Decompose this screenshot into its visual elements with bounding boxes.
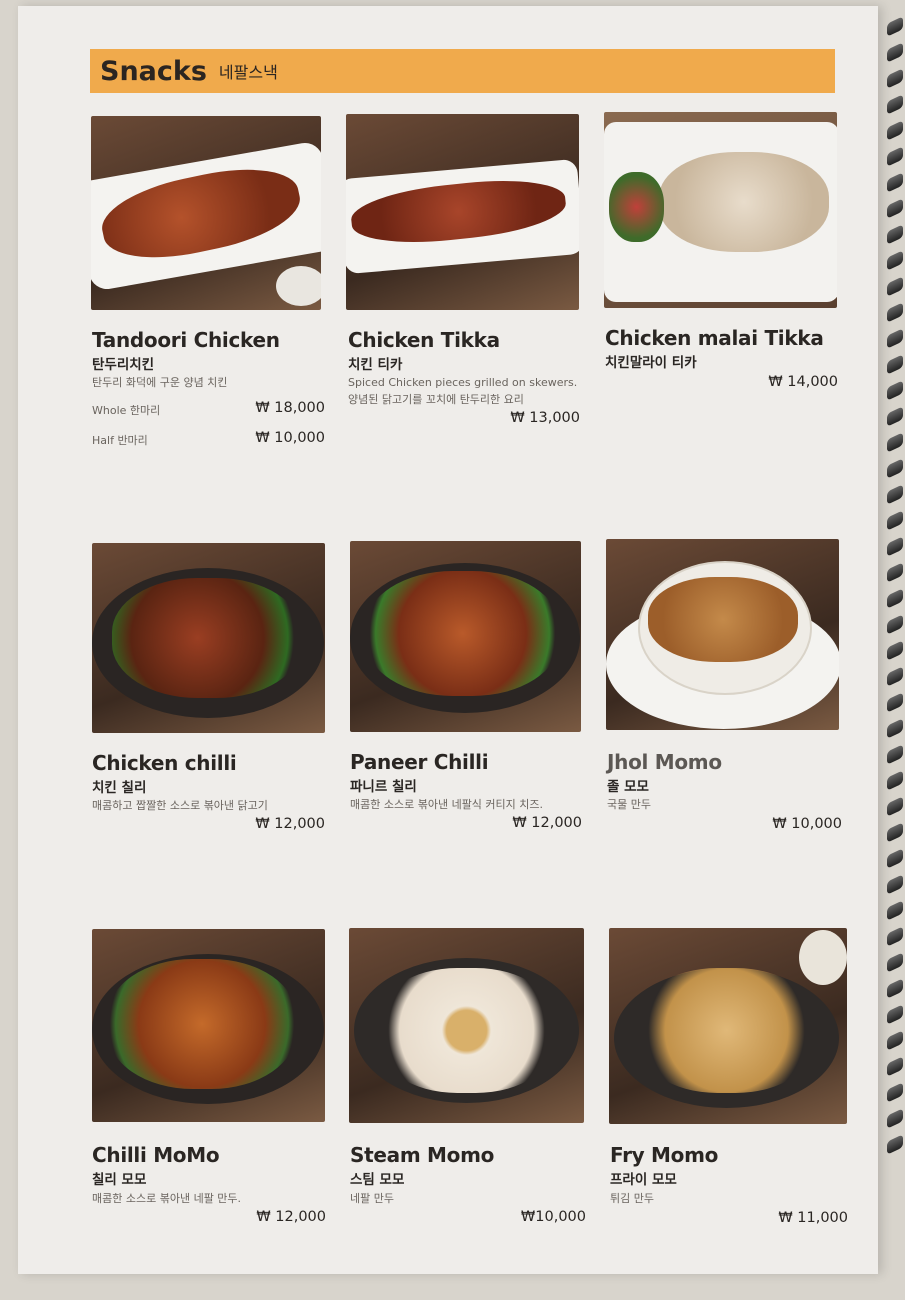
section-title: Snacks (100, 55, 207, 87)
item-name: Chilli MoMo (92, 1143, 220, 1167)
item-price: ₩ 12,000 (256, 1209, 326, 1225)
item-name: Steam Momo (350, 1143, 495, 1167)
item-price: ₩ 14,000 (768, 374, 838, 390)
paneer-chilli-photo (350, 541, 581, 732)
item-description: 탄두리 화덕에 구운 양념 치킨 (92, 376, 228, 389)
jhol-momo-photo (606, 539, 839, 730)
section-subtitle: 네팔스낵 (218, 63, 278, 82)
chilli-momo-photo (92, 929, 325, 1122)
item-name: Tandoori Chicken (92, 328, 280, 352)
item-name: Paneer Chilli (350, 750, 489, 774)
item-price: ₩ 12,000 (255, 816, 325, 832)
tandoori-chicken-photo (91, 116, 321, 310)
spiral-binding (887, 0, 905, 1300)
item-name: Chicken Tikka (348, 328, 500, 352)
item-name-ko: 치킨 칠리 (92, 780, 147, 796)
variant-price-whole: ₩ 18,000 (255, 400, 325, 416)
steam-momo-photo (349, 928, 584, 1123)
variant-label-half: Half 반마리 (92, 434, 148, 447)
item-description: 매콤하고 짭짤한 소스로 볶아낸 닭고기 (92, 799, 268, 812)
item-name-ko: 졸 모모 (607, 779, 649, 795)
item-name: Chicken malai Tikka (605, 326, 824, 350)
item-description: 매콤한 소스로 볶아낸 네팔식 커티지 치즈. (350, 798, 544, 811)
item-name-ko: 파니르 칠리 (350, 779, 417, 795)
item-name: Jhol Momo (607, 750, 722, 774)
item-name-ko: 탄두리치킨 (92, 357, 155, 373)
item-description: 국물 만두 (607, 798, 651, 811)
item-description-en: Spiced Chicken pieces grilled on skewers… (348, 376, 578, 389)
item-price: ₩ 10,000 (772, 816, 842, 832)
item-name-ko: 치킨말라이 티카 (605, 355, 697, 371)
variant-label-whole: Whole 한마리 (92, 404, 161, 417)
item-price: ₩ 12,000 (512, 815, 582, 831)
variant-price-half: ₩ 10,000 (255, 430, 325, 446)
item-price: ₩10,000 (520, 1209, 586, 1225)
item-name-ko: 스팀 모모 (350, 1172, 405, 1188)
chicken-tikka-photo (346, 114, 579, 310)
item-price: ₩ 13,000 (510, 410, 580, 426)
item-description: 튀김 만두 (610, 1192, 654, 1205)
item-name-ko: 칠리 모모 (92, 1172, 147, 1188)
item-price: ₩ 11,000 (778, 1210, 848, 1226)
item-name: Fry Momo (610, 1143, 719, 1167)
item-description: 매콤한 소스로 볶아낸 네팔 만두. (92, 1192, 242, 1205)
chicken-malai-tikka-photo (604, 112, 837, 308)
item-description: 네팔 만두 (350, 1192, 394, 1205)
item-name: Chicken chilli (92, 751, 237, 775)
chicken-chilli-photo (92, 543, 325, 733)
item-name-ko: 치킨 티카 (348, 357, 403, 373)
fry-momo-photo (609, 928, 847, 1124)
item-description-ko: 양념된 닭고기를 꼬치에 탄두리한 요리 (348, 393, 524, 406)
section-header: Snacks 네팔스낵 (90, 49, 835, 93)
item-name-ko: 프라이 모모 (610, 1172, 677, 1188)
